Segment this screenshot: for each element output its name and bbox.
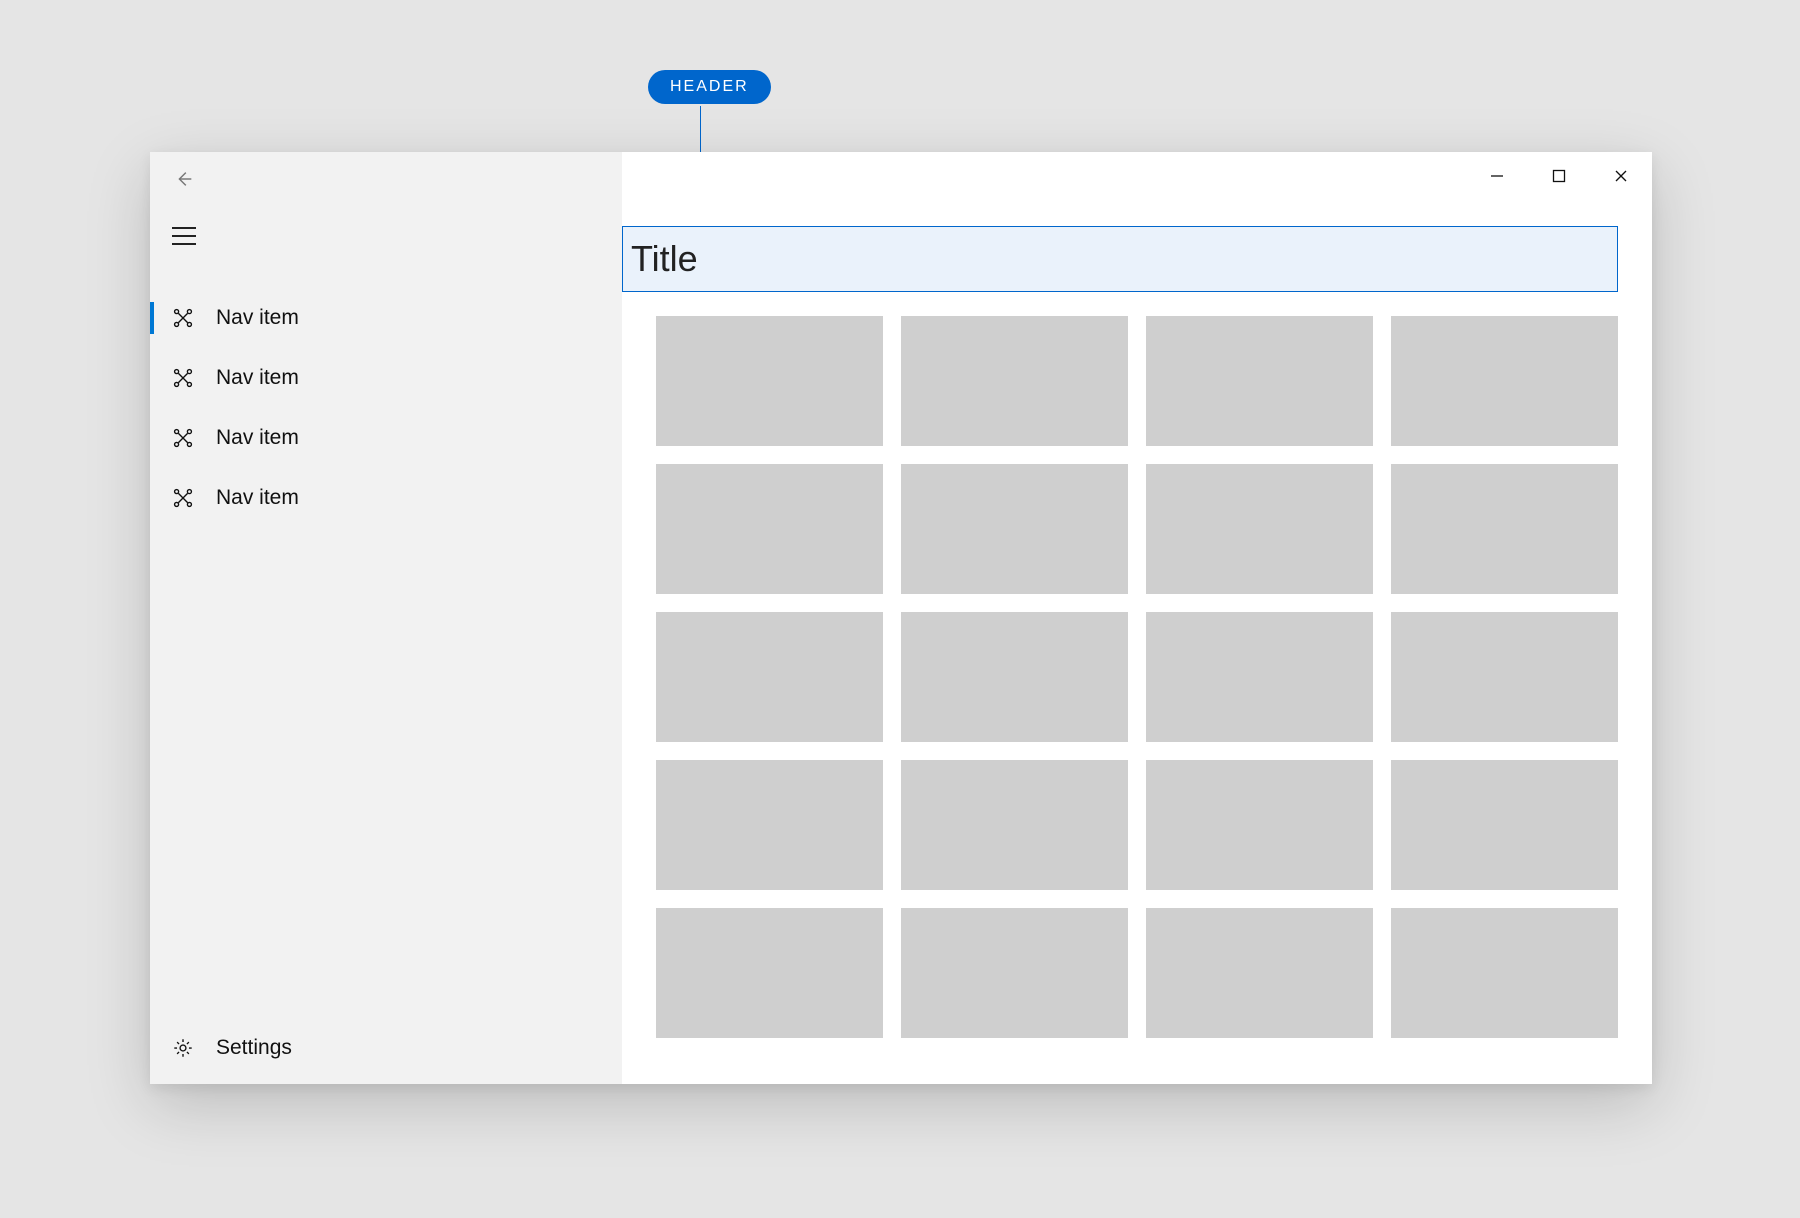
- placeholder-nav-icon: [172, 427, 194, 449]
- grid-tile[interactable]: [656, 760, 883, 890]
- grid-tile[interactable]: [656, 316, 883, 446]
- nav-item[interactable]: Nav item: [150, 288, 622, 348]
- grid-tile[interactable]: [1146, 316, 1373, 446]
- grid-tile[interactable]: [1391, 908, 1618, 1038]
- maximize-button[interactable]: [1528, 156, 1590, 196]
- grid-tile[interactable]: [1391, 760, 1618, 890]
- hamburger-line-icon: [172, 235, 196, 237]
- close-button[interactable]: [1590, 156, 1652, 196]
- grid-tile[interactable]: [1146, 464, 1373, 594]
- hamburger-button[interactable]: [172, 227, 196, 245]
- maximize-icon: [1552, 169, 1566, 183]
- placeholder-nav-icon: [172, 487, 194, 509]
- grid-tile[interactable]: [1146, 908, 1373, 1038]
- content-pane: Title: [622, 152, 1652, 1084]
- back-arrow-icon: [173, 168, 195, 190]
- grid-tile[interactable]: [1391, 464, 1618, 594]
- nav-item-label: Nav item: [216, 426, 299, 450]
- grid-tile[interactable]: [901, 612, 1128, 742]
- nav-item[interactable]: Nav item: [150, 408, 622, 468]
- back-button[interactable]: [170, 165, 198, 193]
- app-window: Nav item Nav item: [150, 152, 1652, 1084]
- settings-item[interactable]: Settings: [150, 1012, 622, 1084]
- grid-tile[interactable]: [901, 760, 1128, 890]
- hamburger-line-icon: [172, 243, 196, 245]
- window-titlebar: [622, 152, 1652, 196]
- minimize-button[interactable]: [1466, 156, 1528, 196]
- placeholder-nav-icon: [172, 367, 194, 389]
- grid-tile[interactable]: [901, 316, 1128, 446]
- grid-tile[interactable]: [901, 908, 1128, 1038]
- page-header: Title: [622, 226, 1618, 292]
- nav-item[interactable]: Nav item: [150, 348, 622, 408]
- nav-list: Nav item Nav item: [150, 266, 622, 528]
- nav-item-label: Nav item: [216, 306, 299, 330]
- grid-tile[interactable]: [656, 908, 883, 1038]
- settings-label: Settings: [216, 1036, 292, 1060]
- minimize-icon: [1490, 169, 1504, 183]
- annotation-callout: HEADER: [648, 70, 771, 104]
- grid-tile[interactable]: [1146, 612, 1373, 742]
- nav-item-label: Nav item: [216, 486, 299, 510]
- grid-tile[interactable]: [656, 464, 883, 594]
- grid-tile[interactable]: [656, 612, 883, 742]
- gear-icon: [172, 1037, 194, 1059]
- sidebar: Nav item Nav item: [150, 152, 622, 1084]
- nav-item-label: Nav item: [216, 366, 299, 390]
- content-grid: [656, 316, 1618, 1038]
- placeholder-nav-icon: [172, 307, 194, 329]
- hamburger-line-icon: [172, 227, 196, 229]
- grid-tile[interactable]: [1391, 612, 1618, 742]
- grid-tile[interactable]: [1391, 316, 1618, 446]
- nav-item[interactable]: Nav item: [150, 468, 622, 528]
- page-title: Title: [631, 238, 698, 280]
- grid-tile[interactable]: [1146, 760, 1373, 890]
- close-icon: [1614, 169, 1628, 183]
- grid-tile[interactable]: [901, 464, 1128, 594]
